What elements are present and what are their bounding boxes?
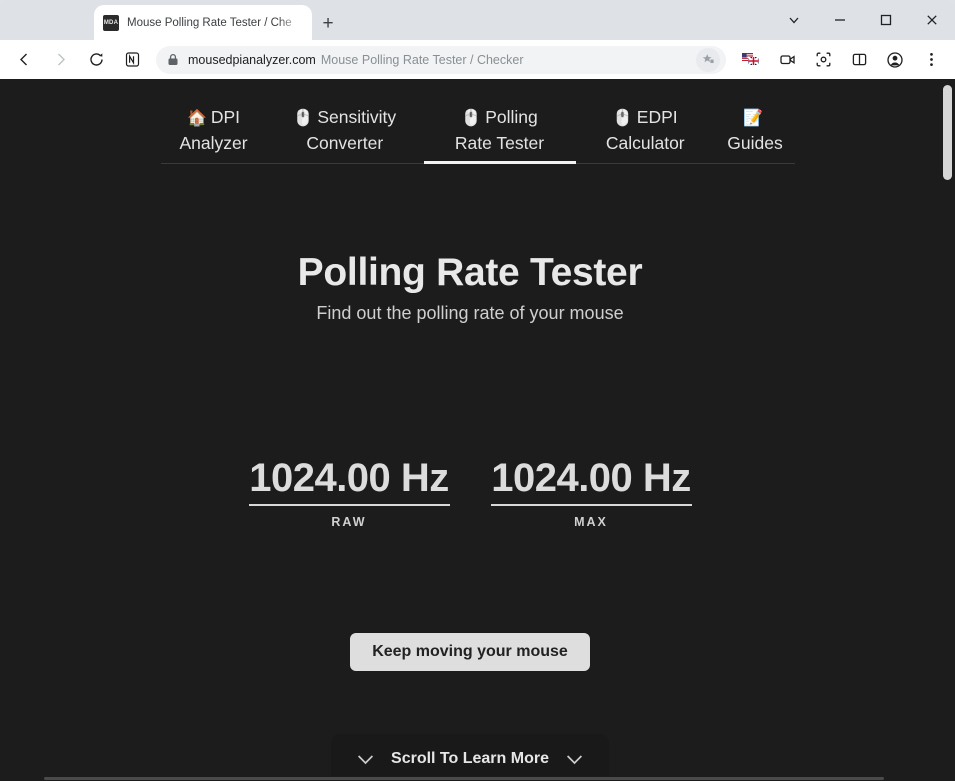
memo-icon: 📝	[743, 110, 763, 127]
tab-search-button[interactable]	[771, 0, 817, 40]
readout-rule	[248, 504, 450, 506]
nav-label-line2: Guides	[727, 133, 783, 153]
nav-item-sensitivity-converter[interactable]: 🖱️ Sensitivity Converter	[270, 105, 420, 163]
readout-raw-value: 1024.00 Hz	[249, 456, 449, 500]
horizontal-scrollbar-thumb[interactable]	[44, 777, 884, 780]
page-title: Polling Rate Tester	[297, 251, 643, 294]
back-arrow-icon[interactable]	[10, 46, 38, 74]
favicon-icon: MDA	[103, 14, 119, 31]
tab-title: Mouse Polling Rate Tester / Che	[127, 16, 292, 29]
scroll-cta-wrap: Scroll To Learn More	[0, 734, 940, 781]
maximize-button[interactable]	[863, 0, 909, 40]
nav-item-polling-rate-tester[interactable]: 🖱️ Polling Rate Tester	[423, 105, 576, 164]
readout-raw-label: RAW	[331, 515, 367, 529]
readout-rule	[490, 504, 692, 506]
page-subtitle: Find out the polling rate of your mouse	[316, 303, 624, 323]
hint-button-wrap: Keep moving your mouse	[0, 633, 940, 671]
split-screen-icon[interactable]	[845, 46, 873, 74]
nav-label-line1: Polling	[485, 107, 538, 127]
browser-tab[interactable]: MDA Mouse Polling Rate Tester / Che	[94, 5, 312, 40]
readout-max: 1024.00 Hz MAX	[490, 454, 692, 529]
vertical-scrollbar-thumb[interactable]	[943, 85, 952, 180]
site-nav: 🏠 DPI Analyzer 🖱️ Sensitivity Converter 🖱️…	[161, 105, 795, 164]
house-icon: 🏠	[186, 110, 207, 127]
vertical-scrollbar[interactable]	[940, 79, 955, 781]
bookmark-star-icon[interactable]	[696, 47, 720, 72]
mouse-icon: 🖱️	[293, 110, 314, 127]
nav-label-line2: Rate Tester	[454, 133, 545, 153]
mouse-icon: 🖱️	[461, 110, 482, 127]
readout-max-label: MAX	[574, 515, 608, 529]
keep-moving-mouse-button[interactable]: Keep moving your mouse	[350, 633, 590, 671]
nav-label-line1: DPI	[210, 107, 241, 127]
nav-label-line1: EDPI	[636, 107, 678, 127]
scroll-to-learn-more-button[interactable]: Scroll To Learn More	[331, 734, 609, 781]
lock-icon	[167, 53, 181, 66]
browser-window: MDA Mouse Polling Rate Tester / Che + mo…	[0, 0, 955, 781]
three-dot-menu-icon[interactable]	[917, 46, 945, 74]
page-viewport: 🏠 DPI Analyzer 🖱️ Sensitivity Converter 🖱️…	[0, 79, 955, 781]
url-page-title: Mouse Polling Rate Tester / Checker	[320, 52, 524, 67]
browser-toolbar: mousedpianalyzer.com Mouse Polling Rate …	[0, 40, 955, 79]
forward-arrow-icon[interactable]	[46, 46, 74, 74]
video-camera-icon[interactable]	[773, 46, 801, 74]
profile-avatar-icon[interactable]	[881, 46, 909, 74]
mouse-icon: 🖱️	[612, 110, 633, 127]
nav-label-line1: Sensitivity	[317, 107, 397, 127]
url-domain: mousedpianalyzer.com	[188, 52, 316, 67]
toolbar-right-icons	[733, 46, 949, 74]
readout-max-value: 1024.00 Hz	[491, 456, 691, 500]
nord-n-icon[interactable]	[118, 46, 146, 74]
nav-item-edpi-calculator[interactable]: 🖱️ EDPI Calculator	[579, 105, 711, 163]
address-bar[interactable]: mousedpianalyzer.com Mouse Polling Rate …	[156, 45, 726, 74]
nav-item-dpi-analyzer[interactable]: 🏠 DPI Analyzer	[161, 105, 266, 163]
language-flag-icon[interactable]	[737, 46, 765, 74]
reload-icon[interactable]	[82, 46, 110, 74]
nav-label-line2: Calculator	[605, 133, 685, 153]
page-content: 🏠 DPI Analyzer 🖱️ Sensitivity Converter 🖱️…	[0, 79, 940, 781]
horizontal-scrollbar[interactable]	[0, 776, 955, 781]
screenshot-capture-icon[interactable]	[809, 46, 837, 74]
tab-strip: MDA Mouse Polling Rate Tester / Che +	[0, 0, 955, 40]
minimize-button[interactable]	[817, 0, 863, 40]
nav-label-line2: Converter	[306, 133, 384, 153]
chevron-down-icon	[357, 754, 374, 765]
readout-raw: 1024.00 Hz RAW	[248, 454, 450, 529]
nav-item-guides[interactable]: 📝 Guides	[715, 105, 795, 163]
scroll-cta-label: Scroll To Learn More	[391, 750, 549, 767]
readout-group: 1024.00 Hz RAW 1024.00 Hz MAX	[0, 454, 940, 529]
new-tab-button[interactable]: +	[316, 11, 340, 35]
chevron-down-icon	[566, 754, 583, 765]
close-button[interactable]	[909, 0, 955, 40]
nav-label-line2: Analyzer	[179, 133, 248, 153]
window-controls	[771, 0, 955, 40]
